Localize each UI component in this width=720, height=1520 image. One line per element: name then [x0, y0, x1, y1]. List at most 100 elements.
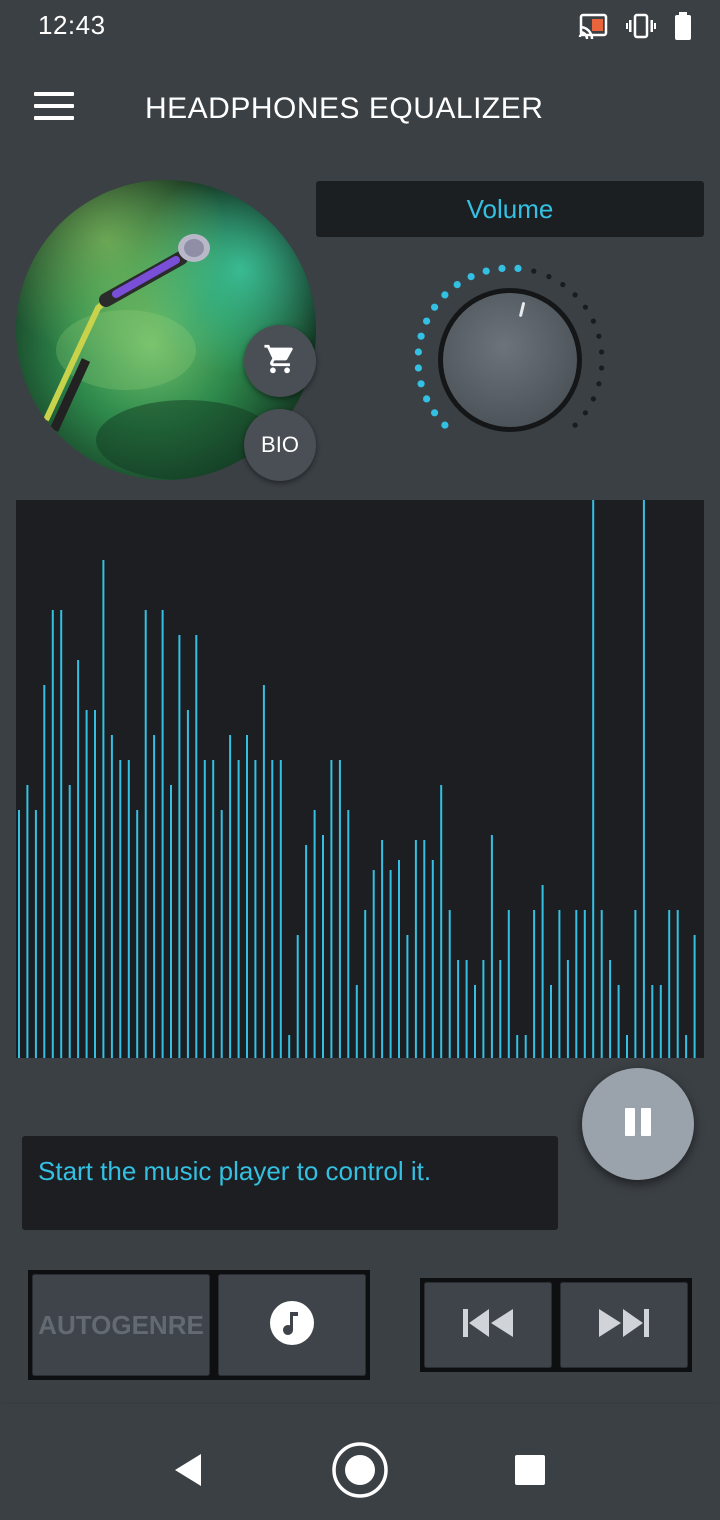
spectrum-bar	[372, 870, 375, 1058]
genre-controls: AUTOGENRE	[28, 1270, 370, 1380]
status-bar: 12:43	[0, 0, 720, 56]
spectrum-bar	[288, 1035, 291, 1058]
spectrum-bar	[68, 785, 71, 1058]
volume-dot	[417, 332, 425, 340]
back-button[interactable]	[156, 1440, 220, 1504]
volume-dot	[531, 268, 537, 274]
spectrum-bar	[550, 985, 552, 1058]
spectrum-bar	[51, 610, 54, 1058]
volume-dot	[546, 274, 552, 280]
volume-dot	[414, 364, 422, 372]
system-nav-bar	[0, 1424, 720, 1520]
spectrum-bar	[170, 785, 172, 1058]
spectrum-bar	[136, 810, 139, 1058]
spectrum-bar	[60, 610, 63, 1058]
spectrum-bar	[18, 810, 20, 1058]
volume-dot	[560, 282, 566, 288]
previous-track-button[interactable]	[424, 1282, 552, 1368]
spectrum-bar	[389, 870, 392, 1058]
volume-dot	[482, 267, 490, 275]
pause-icon	[622, 1106, 654, 1143]
spectrum-bar	[533, 910, 536, 1058]
spectrum-bar	[229, 735, 232, 1058]
spectrum-bar	[685, 1035, 688, 1058]
volume-dot	[417, 380, 425, 388]
spectrum-bar	[431, 860, 434, 1058]
spectrum-bar	[465, 960, 468, 1058]
shopping-cart-icon	[263, 342, 297, 381]
spectrum-bar	[322, 835, 324, 1058]
home-button[interactable]	[328, 1440, 392, 1504]
spectrum-bar	[254, 760, 257, 1058]
spectrum-bar	[693, 935, 696, 1058]
knob-face	[443, 293, 577, 427]
next-track-button[interactable]	[560, 1282, 688, 1368]
pause-button[interactable]	[582, 1068, 694, 1180]
volume-dot	[441, 421, 449, 429]
spectrum-bar	[558, 910, 561, 1058]
track-controls	[420, 1278, 692, 1372]
spectrum-bar	[153, 735, 156, 1058]
spectrum-visualizer	[16, 500, 704, 1058]
spectrum-bar	[34, 810, 37, 1058]
volume-dot	[423, 395, 431, 403]
autogenre-button[interactable]: AUTOGENRE	[32, 1274, 210, 1376]
cast-icon	[578, 13, 608, 44]
volume-dot	[599, 365, 605, 371]
menu-icon[interactable]	[34, 92, 74, 122]
spectrum-bar	[482, 960, 485, 1058]
spectrum-bar	[516, 1035, 519, 1058]
spectrum-bar	[279, 760, 282, 1058]
spectrum-bar	[398, 860, 400, 1058]
spectrum-bar	[355, 985, 358, 1058]
spectrum-bar	[440, 785, 443, 1058]
cart-button[interactable]	[244, 325, 316, 397]
volume-dot	[596, 333, 602, 339]
volume-header: Volume	[316, 181, 704, 237]
spectrum-bar	[271, 760, 274, 1058]
spectrum-bar	[313, 810, 316, 1058]
bio-button[interactable]: BIO	[244, 409, 316, 481]
message-box: Start the music player to control it.	[22, 1136, 558, 1230]
volume-dot	[596, 381, 602, 387]
spectrum-bar	[262, 685, 265, 1058]
spectrum-bar	[186, 710, 189, 1058]
spectrum-bar	[246, 735, 248, 1058]
spectrum-bar	[195, 635, 198, 1058]
spectrum-bar	[457, 960, 460, 1058]
spectrum-bar	[626, 1035, 628, 1058]
spectrum-bar	[178, 635, 181, 1058]
music-note-button[interactable]	[218, 1274, 366, 1376]
spectrum-bar	[364, 910, 367, 1058]
volume-dot	[590, 318, 596, 324]
spectrum-bar	[617, 985, 620, 1058]
spectrum-bar	[676, 910, 679, 1058]
recents-button[interactable]	[498, 1440, 562, 1504]
spectrum-bar	[127, 760, 130, 1058]
volume-dot	[453, 281, 461, 289]
spectrum-bar	[448, 910, 451, 1058]
spectrum-bar	[102, 560, 105, 1058]
spectrum-bar	[237, 760, 240, 1058]
skip-next-icon	[597, 1308, 651, 1343]
spectrum-bar	[507, 910, 510, 1058]
spectrum-bar	[651, 985, 654, 1058]
spectrum-bar	[144, 610, 147, 1058]
autogenre-label: AUTOGENRE	[38, 1309, 204, 1340]
volume-dot	[572, 292, 578, 298]
spectrum-bar	[583, 910, 586, 1058]
volume-knob[interactable]	[400, 255, 620, 455]
spectrum-bar	[474, 985, 476, 1058]
volume-dot	[582, 304, 588, 310]
spectrum-bar	[43, 685, 46, 1058]
spectrum-bar	[203, 760, 206, 1058]
skip-previous-icon	[461, 1308, 515, 1343]
music-note-icon	[269, 1300, 315, 1351]
spectrum-bar	[634, 910, 637, 1058]
volume-dot	[599, 349, 605, 355]
spectrum-bar	[524, 1035, 527, 1058]
spectrum-bar	[592, 500, 595, 1058]
volume-dot	[514, 264, 522, 272]
spectrum-bar	[600, 910, 603, 1058]
volume-dot	[590, 396, 596, 402]
